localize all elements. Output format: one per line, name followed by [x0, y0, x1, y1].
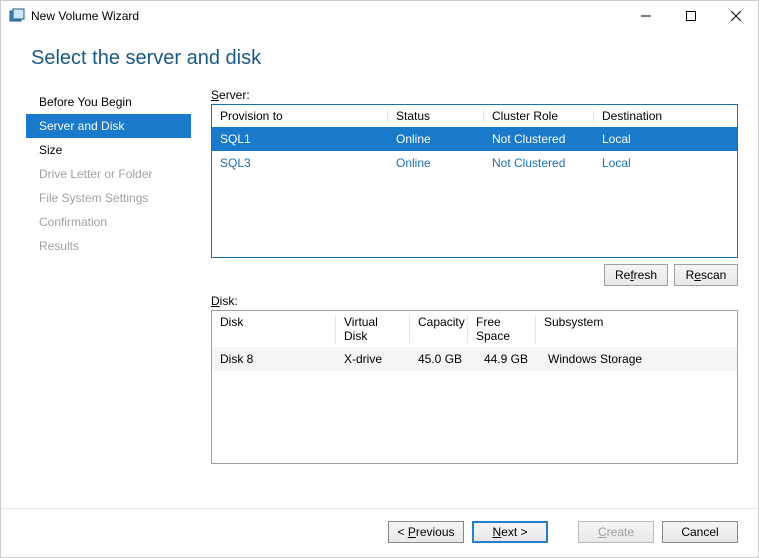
server-buttons: Refresh Rescan: [211, 264, 738, 286]
cell-provision: SQL3: [212, 154, 388, 172]
server-list-header: Provision to Status Cluster Role Destina…: [212, 105, 737, 127]
cell-dest: Local: [594, 130, 737, 148]
cell-subsystem: Windows Storage: [536, 350, 737, 368]
cell-disk: Disk 8: [212, 350, 336, 368]
cancel-button[interactable]: Cancel: [662, 521, 738, 543]
wizard-steps: Before You Begin Server and Disk Size Dr…: [1, 80, 191, 508]
footer: < Previous Next > Create Cancel: [1, 508, 758, 557]
cell-cluster: Not Clustered: [484, 130, 594, 148]
server-row[interactable]: SQL3 Online Not Clustered Local: [212, 151, 737, 175]
col-destination[interactable]: Destination: [594, 105, 737, 127]
cell-capacity: 45.0 GB: [410, 350, 468, 368]
main-panel: Server: Provision to Status Cluster Role…: [191, 80, 738, 508]
titlebar: New Volume Wizard: [1, 1, 758, 31]
col-status[interactable]: Status: [388, 105, 484, 127]
minimize-button[interactable]: [623, 2, 668, 31]
col-disk[interactable]: Disk: [212, 311, 336, 347]
window-title: New Volume Wizard: [31, 9, 623, 23]
disk-list[interactable]: Disk Virtual Disk Capacity Free Space Su…: [211, 310, 738, 464]
disk-list-header: Disk Virtual Disk Capacity Free Space Su…: [212, 311, 737, 347]
create-button: Create: [578, 521, 654, 543]
disk-label: Disk:: [211, 294, 738, 308]
header: Select the server and disk: [1, 31, 758, 80]
disk-row[interactable]: Disk 8 X-drive 45.0 GB 44.9 GB Windows S…: [212, 347, 737, 371]
next-button[interactable]: Next >: [472, 521, 548, 543]
server-label: Server:: [211, 88, 738, 102]
refresh-button[interactable]: Refresh: [604, 264, 668, 286]
rescan-button[interactable]: Rescan: [674, 264, 738, 286]
cell-dest: Local: [594, 154, 737, 172]
cell-cluster: Not Clustered: [484, 154, 594, 172]
wizard-icon: [9, 8, 25, 24]
spacer: [556, 521, 570, 543]
step-file-system: File System Settings: [31, 186, 191, 210]
cell-vdisk: X-drive: [336, 350, 410, 368]
content: Before You Begin Server and Disk Size Dr…: [1, 80, 758, 508]
col-provision-to[interactable]: Provision to: [212, 105, 388, 127]
step-before-you-begin[interactable]: Before You Begin: [31, 90, 191, 114]
col-free-space[interactable]: Free Space: [468, 311, 536, 347]
step-size[interactable]: Size: [31, 138, 191, 162]
step-drive-letter: Drive Letter or Folder: [31, 162, 191, 186]
window-controls: [623, 2, 758, 31]
step-confirmation: Confirmation: [31, 210, 191, 234]
cell-status: Online: [388, 154, 484, 172]
step-server-and-disk[interactable]: Server and Disk: [26, 114, 191, 138]
maximize-button[interactable]: [668, 2, 713, 31]
col-cluster-role[interactable]: Cluster Role: [484, 105, 594, 127]
step-results: Results: [31, 234, 191, 258]
col-virtual-disk[interactable]: Virtual Disk: [336, 311, 410, 347]
cell-provision: SQL1: [212, 130, 388, 148]
server-row[interactable]: SQL1 Online Not Clustered Local: [212, 127, 737, 151]
cell-free: 44.9 GB: [468, 350, 536, 368]
previous-button[interactable]: < Previous: [388, 521, 464, 543]
page-title: Select the server and disk: [31, 47, 728, 70]
server-list[interactable]: Provision to Status Cluster Role Destina…: [211, 104, 738, 258]
col-capacity[interactable]: Capacity: [410, 311, 468, 347]
close-button[interactable]: [713, 2, 758, 31]
col-subsystem[interactable]: Subsystem: [536, 311, 737, 347]
cell-status: Online: [388, 130, 484, 148]
